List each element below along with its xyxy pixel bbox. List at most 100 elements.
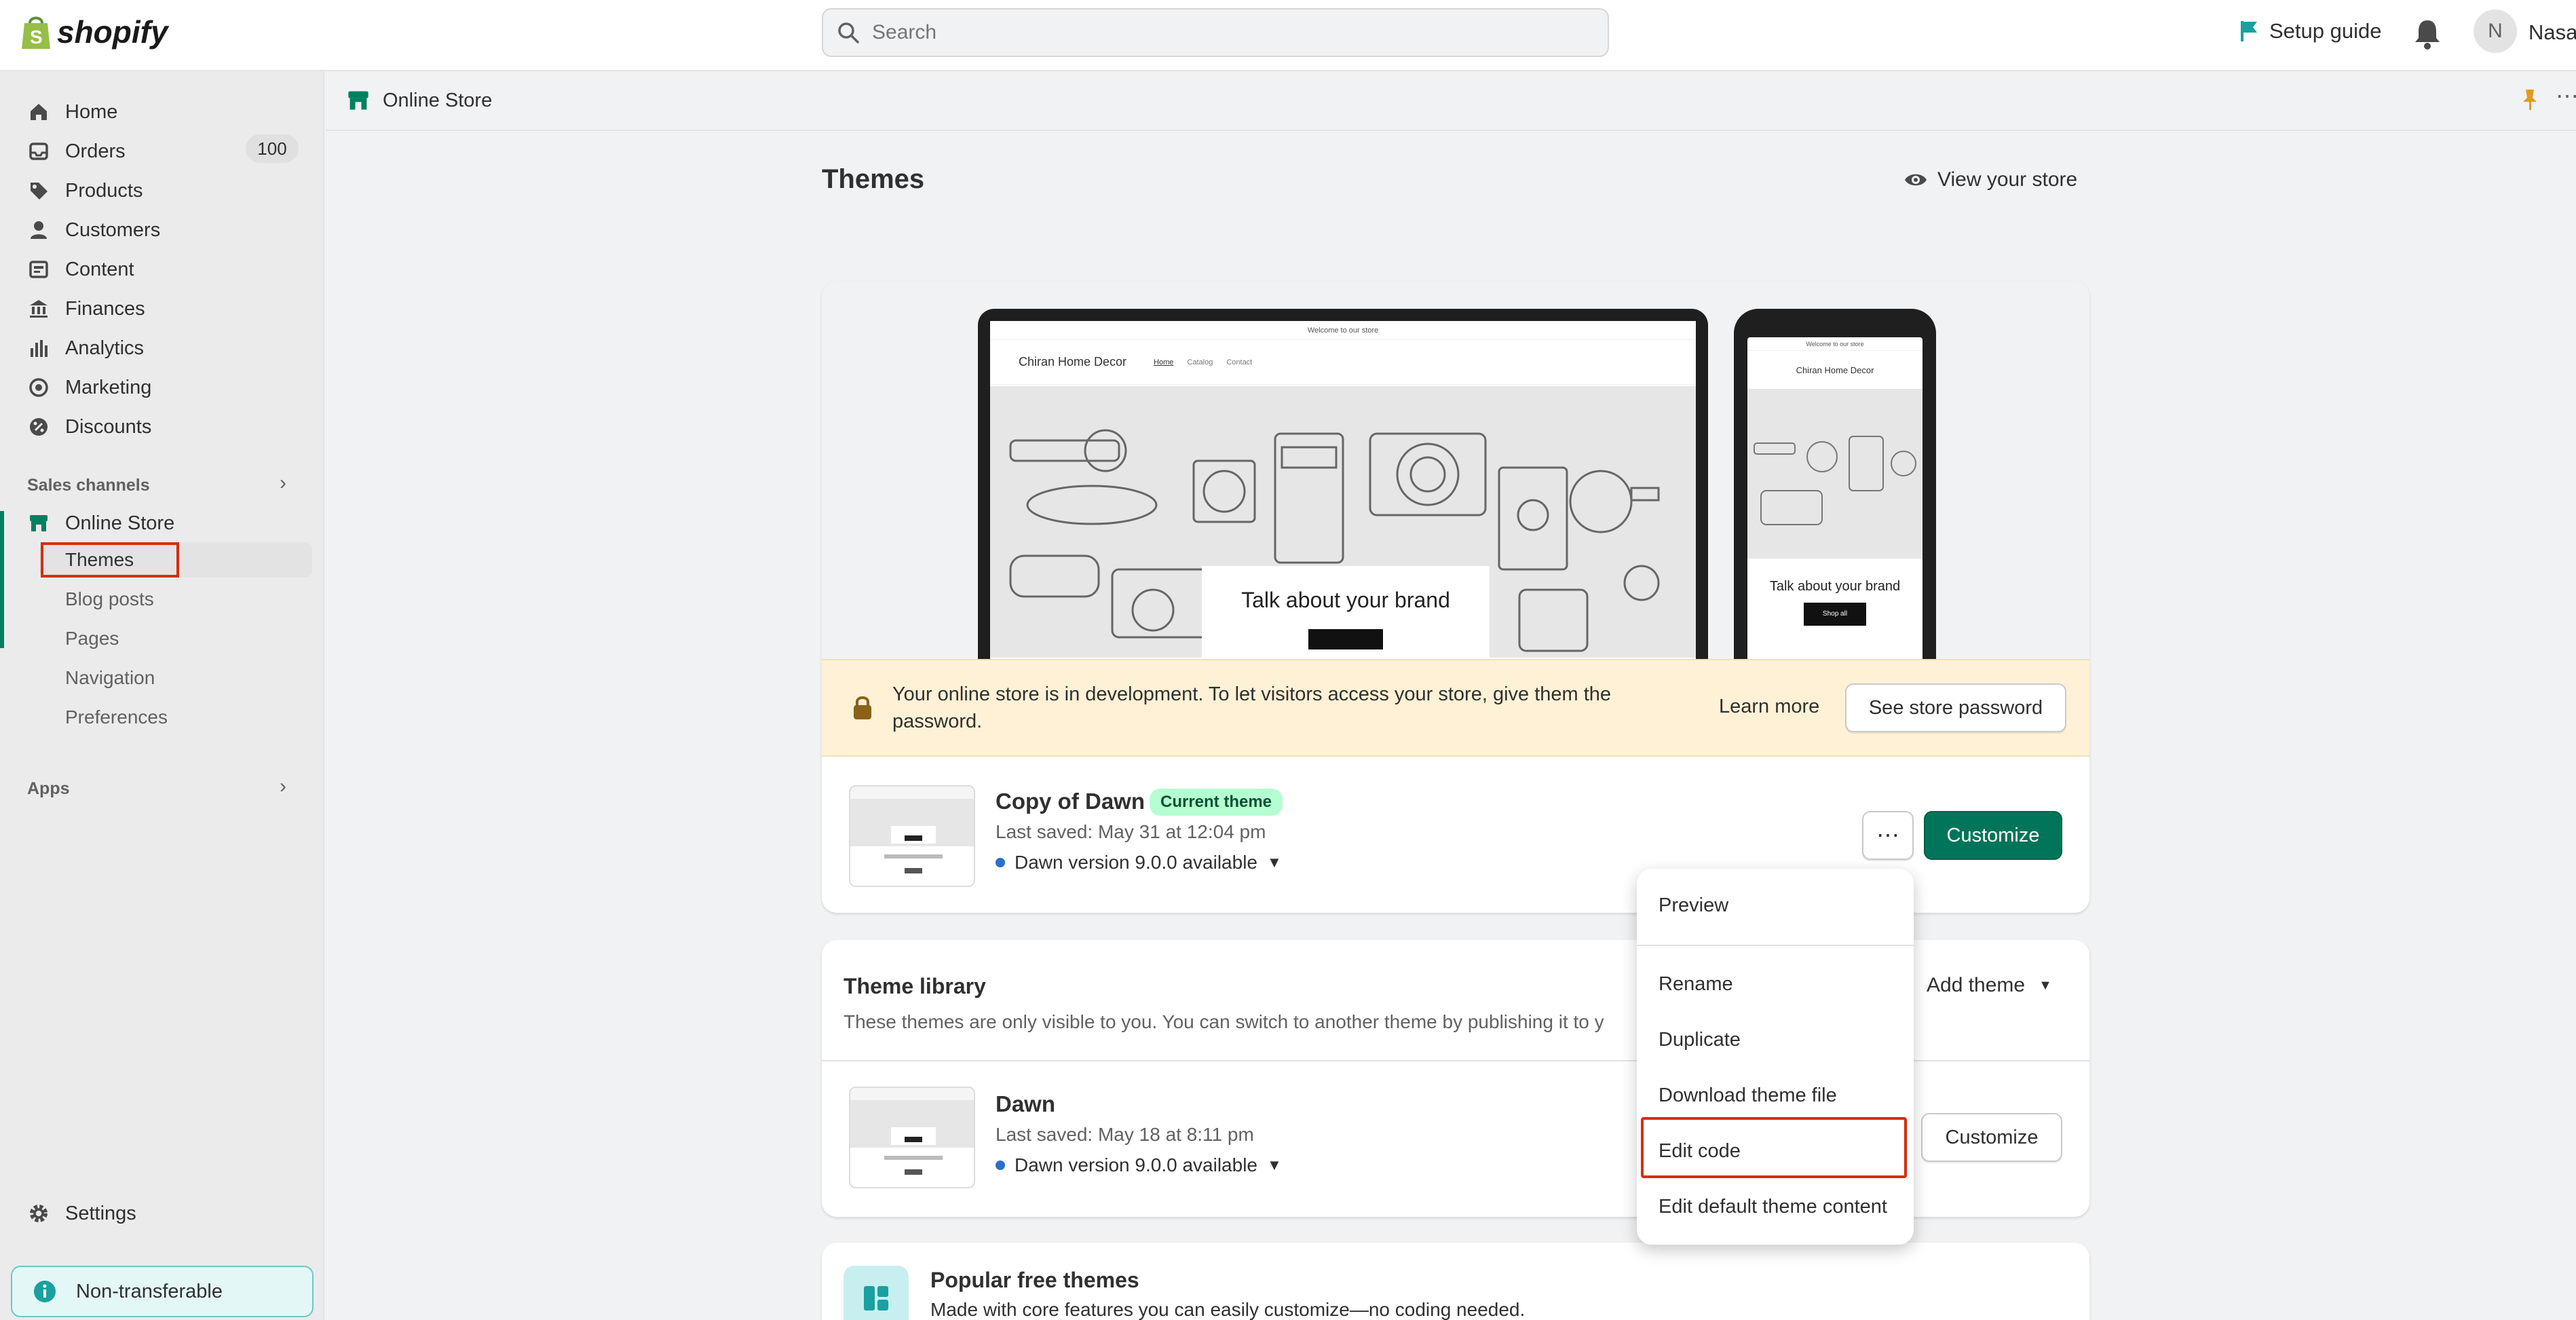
setup-guide-label: Setup guide	[2269, 19, 2382, 43]
sidebar-item-label: Content	[65, 258, 134, 280]
sidebar-sub-preferences[interactable]: Preferences	[65, 700, 168, 734]
current-theme-version[interactable]: Dawn version 9.0.0 available ▼	[996, 852, 1282, 873]
setup-guide-button[interactable]: Setup guide	[2239, 19, 2381, 43]
online-store-header: Online Store	[326, 71, 2576, 131]
active-indicator	[0, 511, 4, 648]
popular-themes-description: Made with core features you can easily c…	[930, 1299, 1526, 1320]
caret-down-icon: ▼	[1266, 1156, 1282, 1173]
sidebar-sub-pages[interactable]: Pages	[65, 622, 119, 656]
learn-more-link[interactable]: Learn more	[1719, 696, 1819, 718]
add-theme-button[interactable]: Add theme ▼	[1927, 974, 2052, 997]
bar-chart-icon	[27, 337, 50, 360]
sidebar-item-discounts[interactable]: Discounts	[27, 410, 151, 444]
menu-item-duplicate[interactable]: Duplicate	[1659, 1029, 1741, 1051]
store-nav-home: Home	[1154, 358, 1174, 366]
phone-mockup: Welcome to our store Chiran Home Decor T…	[1734, 309, 1936, 659]
sidebar-sub-navigation[interactable]: Navigation	[65, 661, 155, 695]
chevron-right-icon[interactable]: ›	[280, 775, 286, 798]
non-transferable-label: Non-transferable	[76, 1280, 223, 1302]
chevron-right-icon[interactable]: ›	[280, 472, 286, 495]
see-store-password-button[interactable]: See store password	[1845, 683, 2066, 732]
lock-icon	[854, 696, 871, 719]
search-bar[interactable]	[822, 8, 1609, 57]
sidebar-item-label: Home	[65, 100, 118, 123]
theme-actions-menu: Preview Rename Duplicate Download theme …	[1637, 869, 1914, 1245]
sales-channels-label: Sales channels	[27, 476, 150, 495]
hero-text-box: Talk about your brand	[1202, 566, 1490, 659]
theme-library-description: These themes are only visible to you. Yo…	[844, 1011, 1604, 1032]
sidebar-item-label: Analytics	[65, 337, 145, 359]
sidebar-item-analytics[interactable]: Analytics	[27, 331, 144, 365]
blue-dot-icon	[996, 1161, 1005, 1170]
customize-current-theme-button[interactable]: Customize	[1924, 811, 2062, 860]
caret-down-icon: ▼	[1266, 854, 1282, 871]
user-name[interactable]: Nasa	[2528, 20, 2576, 45]
current-theme-name: Copy of Dawn	[996, 789, 1145, 814]
menu-item-rename[interactable]: Rename	[1659, 973, 1733, 996]
menu-item-edit-code[interactable]: Edit code	[1659, 1140, 1741, 1163]
sidebar-item-finances[interactable]: Finances	[27, 292, 145, 326]
view-store-link[interactable]: View your store	[1903, 168, 2077, 191]
bank-icon	[27, 297, 50, 320]
store-header: Chiran Home Decor Home Catalog Contact	[990, 340, 1696, 385]
sidebar-sub-themes[interactable]: Themes	[65, 543, 134, 577]
sidebar-item-customers[interactable]: Customers	[27, 213, 160, 247]
person-icon	[27, 219, 50, 242]
more-actions-button[interactable]: ⋯	[1862, 811, 1914, 860]
phone-hero-text: Talk about your brand	[1769, 579, 1901, 594]
orders-count-badge: 100	[246, 134, 299, 163]
avatar[interactable]: N	[2474, 10, 2517, 53]
non-transferable-banner[interactable]: Non-transferable	[11, 1266, 314, 1317]
sidebar-item-label: Discounts	[65, 415, 152, 438]
store-nav-catalog: Catalog	[1187, 358, 1213, 366]
content-icon	[27, 258, 50, 281]
more-options-icon[interactable]: ⋯	[2556, 83, 2576, 110]
notifications-bell[interactable]	[2412, 16, 2442, 54]
sidebar-item-settings[interactable]: Settings	[27, 1196, 136, 1230]
sidebar-item-home[interactable]: Home	[27, 95, 117, 129]
hero-text: Talk about your brand	[1241, 588, 1450, 612]
menu-item-download-theme-file[interactable]: Download theme file	[1659, 1085, 1837, 1107]
sidebar-item-orders[interactable]: Orders	[27, 134, 126, 168]
sidebar-item-products[interactable]: Products	[27, 174, 143, 208]
sidebar-item-label: Customers	[65, 219, 161, 241]
pin-icon[interactable]	[2520, 88, 2539, 111]
logo-text: shopify	[57, 14, 168, 50]
sidebar-item-label: Finances	[65, 297, 145, 320]
phone-screen: Welcome to our store Chiran Home Decor T…	[1747, 337, 1922, 659]
dawn-theme-name: Dawn	[996, 1091, 1056, 1116]
info-icon	[34, 1281, 56, 1302]
sidebar-item-label: Settings	[65, 1202, 136, 1224]
popular-themes-card: Popular free themes Made with core featu…	[822, 1243, 2089, 1320]
menu-item-preview[interactable]: Preview	[1659, 894, 1728, 917]
shopify-logo[interactable]: S shopify	[20, 14, 168, 50]
tag-icon	[27, 179, 50, 202]
target-icon	[27, 376, 50, 399]
svg-text:S: S	[30, 26, 43, 48]
dawn-version[interactable]: Dawn version 9.0.0 available ▼	[996, 1154, 1282, 1176]
phone-hero-button: Shop all	[1804, 603, 1866, 626]
sidebar-item-label: Marketing	[65, 376, 152, 398]
copy-of-dawn-thumbnail[interactable]	[849, 785, 975, 887]
store-icon	[348, 91, 368, 110]
current-theme-last-saved: Last saved: May 31 at 12:04 pm	[996, 821, 1266, 842]
sidebar-item-online-store[interactable]: Online Store	[27, 506, 174, 540]
caret-down-icon: ▼	[2039, 977, 2052, 993]
menu-item-edit-default-theme-content[interactable]: Edit default theme content	[1659, 1196, 1887, 1218]
store-name: Chiran Home Decor	[1019, 355, 1127, 369]
page-title: Themes	[822, 164, 925, 194]
sidebar-sub-blog-posts[interactable]: Blog posts	[65, 582, 154, 616]
customize-dawn-button[interactable]: Customize	[1921, 1113, 2062, 1162]
dawn-thumbnail[interactable]	[849, 1087, 975, 1188]
search-input[interactable]	[872, 21, 1551, 44]
current-theme-card: Welcome to our store Chiran Home Decor H…	[822, 282, 2089, 913]
phone-announcement: Welcome to our store	[1747, 337, 1922, 351]
current-theme-badge: Current theme	[1150, 789, 1283, 816]
sidebar-item-label: Products	[65, 179, 143, 202]
menu-divider	[1637, 945, 1914, 946]
sidebar-item-content[interactable]: Content	[27, 252, 134, 286]
popular-themes-title: Popular free themes	[930, 1268, 1139, 1292]
layout-icon	[864, 1286, 888, 1310]
theme-preview[interactable]: Welcome to our store Chiran Home Decor H…	[822, 282, 2089, 659]
sidebar-item-marketing[interactable]: Marketing	[27, 371, 151, 404]
